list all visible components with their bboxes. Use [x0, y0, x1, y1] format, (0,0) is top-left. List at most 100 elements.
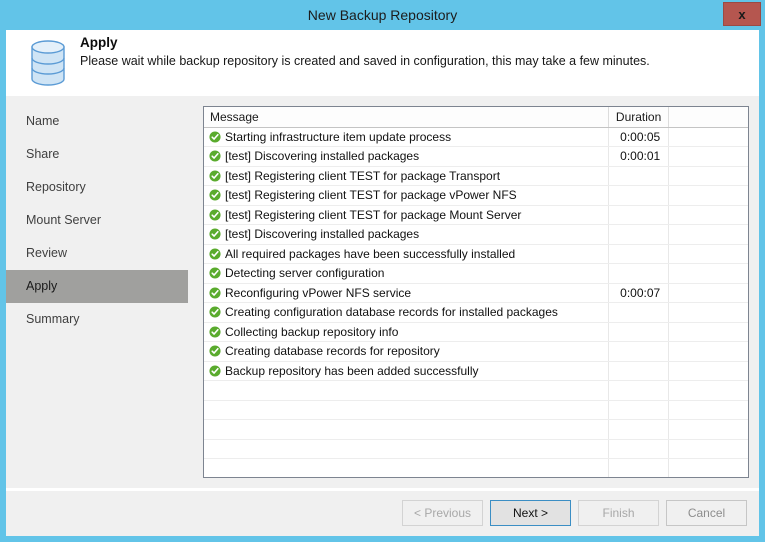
- table-row[interactable]: [test] Registering client TEST for packa…: [204, 205, 748, 225]
- cell-message: Creating database records for repository: [204, 341, 609, 362]
- table-row[interactable]: Reconfiguring vPower NFS service 0:00:07: [204, 283, 748, 303]
- cell-duration: [608, 185, 670, 206]
- message-text: [test] Registering client TEST for packa…: [225, 207, 522, 222]
- cell-duration: [608, 322, 670, 342]
- table-row[interactable]: Backup repository has been added success…: [204, 361, 748, 381]
- cell-duration: 0:00:01: [608, 146, 670, 167]
- table-row-empty[interactable]: [204, 439, 748, 459]
- wizard-sidebar: Name Share Repository Mount Server Review App…: [6, 96, 194, 488]
- table-row-empty[interactable]: [204, 458, 748, 477]
- cell-spare: [668, 224, 748, 245]
- cell-duration: [608, 341, 670, 362]
- close-button[interactable]: x: [723, 2, 761, 26]
- cell-duration: 0:00:07: [608, 283, 670, 303]
- cell-duration-empty: [608, 458, 670, 477]
- cell-message-empty: [204, 458, 609, 477]
- table-row[interactable]: [test] Discovering installed packages 0:0…: [204, 146, 748, 167]
- progress-log-panel[interactable]: Message Duration Starting infrastructure…: [203, 106, 749, 478]
- title-bar: New Backup Repository x: [0, 0, 765, 30]
- table-header-row: Message Duration: [204, 107, 748, 128]
- success-check-icon: [209, 189, 221, 201]
- sidebar-item-repository[interactable]: Repository: [6, 171, 194, 204]
- sidebar-item-mount-server[interactable]: Mount Server: [6, 204, 194, 237]
- table-row-empty[interactable]: [204, 419, 748, 440]
- table-row[interactable]: Creating configuration database records …: [204, 302, 748, 323]
- success-check-icon: [209, 267, 221, 279]
- message-text: [test] Discovering installed packages: [225, 149, 420, 164]
- message-text: Starting infrastructure item update proc…: [225, 129, 452, 144]
- table-header: Message Duration: [204, 107, 748, 128]
- success-check-icon: [209, 170, 221, 182]
- success-check-icon: [209, 131, 221, 143]
- table-row[interactable]: [test] Discovering installed packages: [204, 224, 748, 245]
- page-subtitle: Please wait while backup repository is c…: [80, 54, 650, 68]
- table-row[interactable]: Detecting server configuration: [204, 263, 748, 284]
- cell-duration: [608, 224, 670, 245]
- column-header-spare[interactable]: [668, 107, 748, 128]
- message-text: [test] Registering client TEST for packa…: [225, 188, 517, 203]
- cell-spare: [668, 205, 748, 225]
- previous-button: < Previous: [402, 500, 483, 526]
- cell-duration: [608, 244, 670, 264]
- cancel-button[interactable]: Cancel: [666, 500, 747, 526]
- cell-spare: [668, 361, 748, 381]
- sidebar-item-summary[interactable]: Summary: [6, 303, 194, 336]
- cell-duration: [608, 263, 670, 284]
- column-header-message[interactable]: Message: [204, 107, 609, 128]
- table-row-empty[interactable]: [204, 380, 748, 401]
- success-check-icon: [209, 326, 221, 338]
- footer-button-group: < Previous Next > Finish Cancel: [402, 500, 747, 526]
- cell-spare: [668, 166, 748, 186]
- cell-duration-empty: [608, 419, 670, 440]
- table-row[interactable]: [test] Registering client TEST for packa…: [204, 185, 748, 206]
- table-row[interactable]: Collecting backup repository info: [204, 322, 748, 342]
- cell-spare: [668, 244, 748, 264]
- cell-message-empty: [204, 380, 609, 401]
- cell-message: [test] Registering client TEST for packa…: [204, 166, 609, 186]
- success-check-icon: [209, 345, 221, 357]
- page-title: Apply: [80, 35, 118, 50]
- window-title: New Backup Repository: [307, 7, 458, 23]
- message-text: Creating configuration database records …: [225, 305, 558, 320]
- cell-duration-empty: [608, 400, 670, 420]
- cell-spare-empty: [668, 439, 748, 459]
- message-text: Backup repository has been added success…: [225, 363, 479, 378]
- sidebar-item-apply[interactable]: Apply: [6, 270, 188, 303]
- sidebar-item-share[interactable]: Share: [6, 138, 194, 171]
- progress-log-table: Message Duration Starting infrastructure…: [204, 107, 748, 477]
- cell-duration-empty: [608, 380, 670, 401]
- cell-message: [test] Discovering installed packages: [204, 224, 609, 245]
- success-check-icon: [209, 306, 221, 318]
- cell-spare-empty: [668, 380, 748, 401]
- cell-message: [test] Discovering installed packages: [204, 146, 609, 167]
- cell-duration: [608, 166, 670, 186]
- table-row[interactable]: Creating database records for repository: [204, 341, 748, 362]
- cell-duration: 0:00:05: [608, 127, 670, 147]
- message-text: Collecting backup repository info: [225, 324, 399, 339]
- cell-message: Reconfiguring vPower NFS service: [204, 283, 609, 303]
- column-header-duration[interactable]: Duration: [608, 107, 670, 128]
- success-check-icon: [209, 248, 221, 260]
- close-icon: x: [738, 6, 746, 22]
- table-row[interactable]: All required packages have been successf…: [204, 244, 748, 264]
- message-text: [test] Discovering installed packages: [225, 227, 420, 242]
- cell-message: Starting infrastructure item update proc…: [204, 127, 609, 147]
- next-button[interactable]: Next >: [490, 500, 571, 526]
- cell-duration: [608, 205, 670, 225]
- cell-duration: [608, 302, 670, 323]
- cell-message: Backup repository has been added success…: [204, 361, 609, 381]
- table-body: Starting infrastructure item update proc…: [204, 127, 748, 477]
- sidebar-item-name[interactable]: Name: [6, 105, 194, 138]
- cell-message: All required packages have been successf…: [204, 244, 609, 264]
- table-row-empty[interactable]: [204, 400, 748, 420]
- cell-spare: [668, 127, 748, 147]
- table-row[interactable]: [test] Registering client TEST for packa…: [204, 166, 748, 186]
- message-text: Creating database records for repository: [225, 344, 440, 359]
- table-row[interactable]: Starting infrastructure item update proc…: [204, 127, 748, 147]
- new-backup-repository-dialog: New Backup Repository x Apply Please wai…: [0, 0, 765, 542]
- cell-message-empty: [204, 439, 609, 459]
- sidebar-item-review[interactable]: Review: [6, 237, 194, 270]
- cell-message: [test] Registering client TEST for packa…: [204, 185, 609, 206]
- success-check-icon: [209, 150, 221, 162]
- finish-button: Finish: [578, 500, 659, 526]
